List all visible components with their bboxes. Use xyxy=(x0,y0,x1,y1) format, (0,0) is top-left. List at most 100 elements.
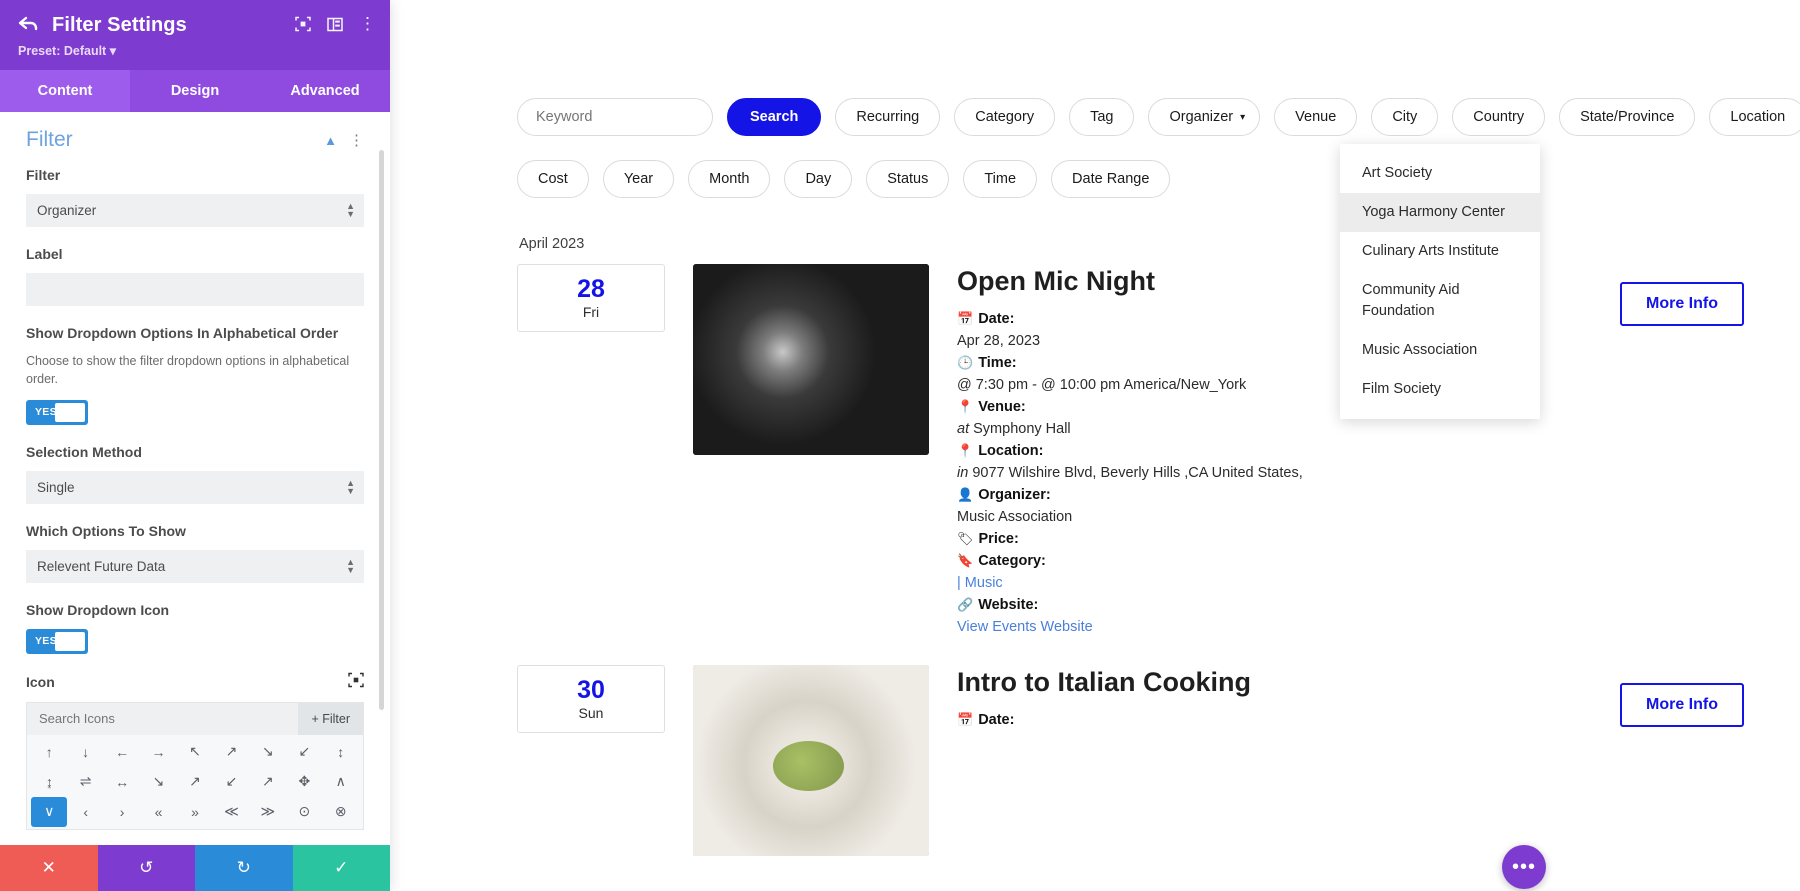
responsive-view-icon[interactable] xyxy=(295,16,311,32)
icon-option-13[interactable]: ↗ xyxy=(177,767,213,797)
filter-pill-cost[interactable]: Cost xyxy=(517,160,589,198)
dropdown-item-culinary-arts-institute[interactable]: Culinary Arts Institute xyxy=(1340,232,1540,271)
filter-pill-category[interactable]: Category xyxy=(954,98,1056,136)
dropdown-item-music-association[interactable]: Music Association xyxy=(1340,331,1540,370)
selection-method-select[interactable]: Single ▲ ▼ xyxy=(26,470,364,504)
icon-option-5[interactable]: ↗ xyxy=(213,737,249,767)
reset-target-icon[interactable] xyxy=(348,672,364,693)
field-alphabetical-order: Show Dropdown Options In Alphabetical Or… xyxy=(26,324,364,425)
filter-pill-label: Year xyxy=(623,171,654,187)
dropdown-item-art-society[interactable]: Art Society xyxy=(1340,154,1540,193)
icon-option-6[interactable]: ↘ xyxy=(250,737,286,767)
label-input[interactable] xyxy=(26,272,364,306)
field-alpha-label: Show Dropdown Options In Alphabetical Or… xyxy=(26,324,339,341)
icon-option-14[interactable]: ↙ xyxy=(213,767,249,797)
icon-option-24[interactable]: ≫ xyxy=(250,797,286,827)
sidebar-scrollbar[interactable] xyxy=(379,150,384,710)
filter-pill-month[interactable]: Month xyxy=(688,160,771,198)
preset-selector[interactable]: Preset: Default ▾ xyxy=(18,43,372,58)
dropdown-item-film-society[interactable]: Film Society xyxy=(1340,370,1540,409)
events-page: Search Recurring Category Tag Organizer … xyxy=(390,0,1800,891)
filter-pill-time[interactable]: Time xyxy=(963,160,1038,198)
more-info-button[interactable]: More Info xyxy=(1620,282,1744,326)
discard-button[interactable]: ✕ xyxy=(0,845,98,891)
redo-button[interactable]: ↻ xyxy=(195,845,293,891)
more-options-fab[interactable]: ••• xyxy=(1502,845,1546,889)
search-button[interactable]: Search xyxy=(727,98,822,136)
field-icon-picker: Icon + Filter xyxy=(26,672,364,830)
icon-option-4[interactable]: ↖ xyxy=(177,737,213,767)
field-alpha-description: Choose to show the filter dropdown optio… xyxy=(26,353,350,386)
filter-pill-state-province[interactable]: State/Province xyxy=(1559,98,1696,136)
icon-option-22[interactable]: » xyxy=(177,797,213,827)
show-dropdown-icon-toggle[interactable]: YES xyxy=(26,628,88,654)
filter-pill-location[interactable]: Location xyxy=(1709,98,1800,136)
alphabetical-order-toggle[interactable]: YES xyxy=(26,399,88,425)
layout-panel-icon[interactable] xyxy=(327,17,343,32)
which-options-select[interactable]: Relevent Future Data ▲ ▼ xyxy=(26,549,364,583)
icon-option-21[interactable]: « xyxy=(140,797,176,827)
event-meta-organizer: 👤 Organizer: xyxy=(957,485,1800,506)
filter-select[interactable]: Organizer ▲ ▼ xyxy=(26,193,364,227)
icon-option-26[interactable]: ⊗ xyxy=(323,797,359,827)
tab-design[interactable]: Design xyxy=(130,70,260,112)
map-pin-icon: 📍 xyxy=(957,398,974,414)
keyword-input[interactable] xyxy=(517,98,713,136)
stepper-arrows-icon: ▲ ▼ xyxy=(346,557,355,576)
person-icon: 👤 xyxy=(957,486,974,502)
event-thumbnail[interactable] xyxy=(693,665,929,857)
icon-option-18[interactable]: ∨ xyxy=(31,796,68,827)
meta-key: Organizer: xyxy=(978,486,1051,503)
event-website-link[interactable]: View Events Website xyxy=(957,617,1800,638)
icon-option-8[interactable]: ↕ xyxy=(323,737,359,767)
icon-filter-button[interactable]: + Filter xyxy=(298,702,363,735)
icon-option-9[interactable]: ↨ xyxy=(31,767,67,797)
chevron-down-icon: ▾ xyxy=(1240,111,1246,123)
icon-option-3[interactable]: → xyxy=(140,737,176,767)
event-meta-category-value[interactable]: | Music xyxy=(957,573,1800,594)
filter-pill-day[interactable]: Day xyxy=(784,160,853,198)
icon-option-16[interactable]: ✥ xyxy=(286,767,322,797)
calendar-icon: 📅 xyxy=(957,310,974,326)
icon-option-12[interactable]: ↘ xyxy=(140,767,176,797)
kebab-menu-icon[interactable]: ⋮ xyxy=(349,131,364,149)
filter-pill-organizer[interactable]: Organizer ▾ xyxy=(1148,98,1261,136)
tab-content[interactable]: Content xyxy=(0,70,130,112)
undo-button[interactable]: ↺ xyxy=(97,845,195,891)
filter-pill-row-2: Cost Year Month Day Status Time Date Ran… xyxy=(517,160,1800,198)
icon-option-25[interactable]: ⊙ xyxy=(286,797,322,827)
filter-pill-city[interactable]: City xyxy=(1371,98,1439,136)
dropdown-item-community-aid-foundation[interactable]: Community Aid Foundation xyxy=(1340,271,1490,331)
back-arrow-icon[interactable] xyxy=(18,16,38,36)
kebab-menu-icon[interactable]: ⋮ xyxy=(359,14,376,34)
event-thumbnail[interactable] xyxy=(693,264,929,455)
tab-advanced[interactable]: Advanced xyxy=(260,70,390,112)
icon-option-17[interactable]: ∧ xyxy=(323,767,359,797)
filter-pill-year[interactable]: Year xyxy=(602,160,675,198)
venue-value: Symphony Hall xyxy=(973,420,1071,437)
filter-pill-tag[interactable]: Tag xyxy=(1069,98,1135,136)
sidebar-tabs: Content Design Advanced xyxy=(0,70,390,112)
filter-pill-venue[interactable]: Venue xyxy=(1274,98,1358,136)
icon-option-15[interactable]: ↗ xyxy=(250,767,286,797)
icon-option-7[interactable]: ↙ xyxy=(286,737,322,767)
icon-option-23[interactable]: ≪ xyxy=(213,797,249,827)
icon-option-20[interactable]: › xyxy=(104,797,140,827)
icon-option-11[interactable]: ↔ xyxy=(104,767,140,797)
filter-pill-status[interactable]: Status xyxy=(866,160,950,198)
icon-option-1[interactable]: ↓ xyxy=(67,737,103,767)
filter-pill-recurring[interactable]: Recurring xyxy=(835,98,941,136)
meta-key: Date: xyxy=(978,310,1015,327)
filter-pill-country[interactable]: Country xyxy=(1452,98,1546,136)
icon-option-10[interactable]: ⇌ xyxy=(67,767,103,797)
filter-pill-date-range[interactable]: Date Range xyxy=(1051,160,1171,198)
search-icons-input[interactable] xyxy=(27,702,299,735)
check-icon: ✓ xyxy=(334,858,349,877)
icon-option-2[interactable]: ← xyxy=(104,737,140,767)
icon-option-19[interactable]: ‹ xyxy=(67,797,103,827)
chevron-up-icon[interactable]: ▲ xyxy=(324,133,337,148)
save-button[interactable]: ✓ xyxy=(292,845,390,891)
more-info-button[interactable]: More Info xyxy=(1620,683,1744,728)
icon-option-0[interactable]: ↑ xyxy=(31,737,67,767)
dropdown-item-yoga-harmony-center[interactable]: Yoga Harmony Center xyxy=(1340,193,1540,233)
